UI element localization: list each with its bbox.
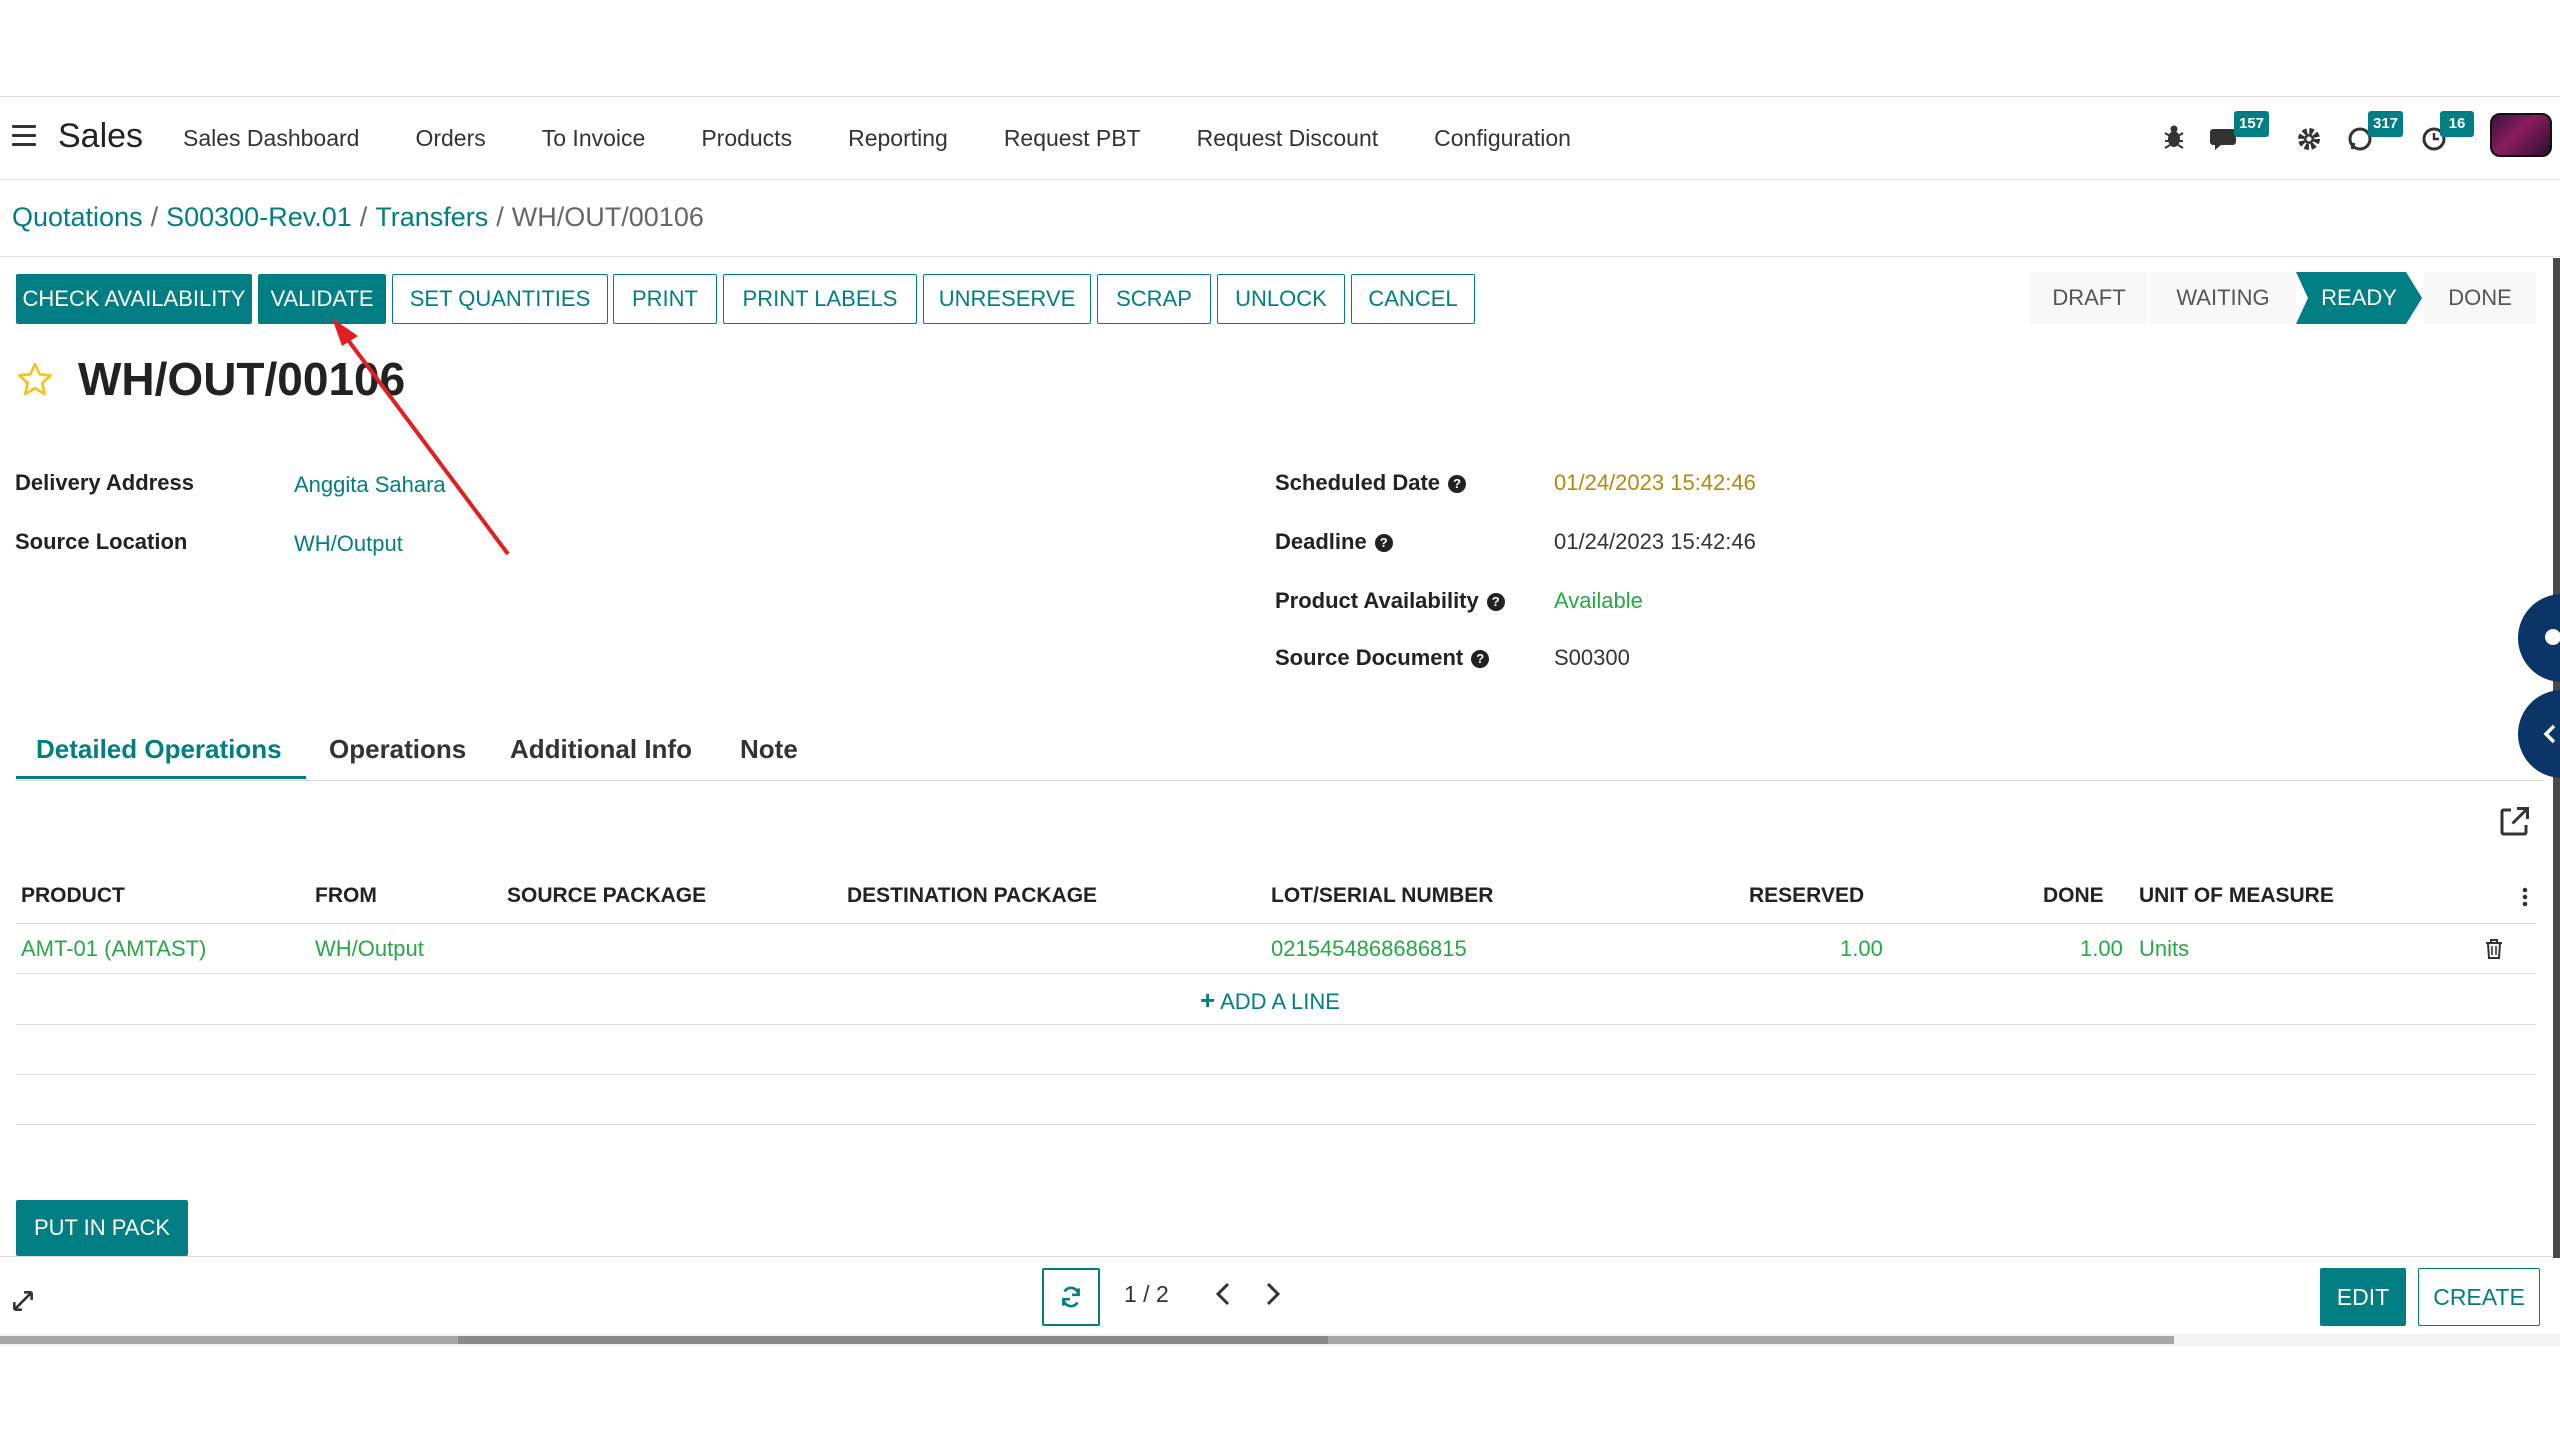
user-avatar[interactable]	[2490, 113, 2552, 157]
menu-to-invoice[interactable]: To Invoice	[542, 125, 646, 152]
scrap-button[interactable]: SCRAP	[1097, 274, 1211, 324]
column-header-source-package[interactable]: SOURCE PACKAGE	[507, 884, 706, 908]
row-uom[interactable]: Units	[2139, 936, 2189, 962]
add-a-line-button[interactable]: + ADD A LINE	[1200, 985, 1340, 1016]
row-from[interactable]: WH/Output	[315, 936, 424, 962]
status-draft[interactable]: DRAFT	[2030, 272, 2148, 324]
horizontal-scrollbar-thumb-segment[interactable]	[458, 1336, 1328, 1344]
breadcrumb: Quotations / S00300-Rev.01/Transfers / WH/OU…	[12, 202, 704, 232]
product-availability-label: Product Availability?	[1275, 588, 1505, 614]
row-product[interactable]: AMT-01 (AMTAST)	[21, 936, 206, 962]
breadcrumb-transfers[interactable]: Transfers	[375, 202, 488, 232]
deadline-value[interactable]: 01/24/2023 15:42:46	[1554, 529, 1756, 555]
row-reserved[interactable]: 1.00	[1840, 936, 1883, 962]
status-ready[interactable]: READY	[2296, 272, 2422, 324]
column-header-done[interactable]: DONE	[2043, 884, 2104, 908]
divider	[0, 256, 2560, 257]
tab-detailed-operations[interactable]: Detailed Operations	[36, 734, 282, 765]
edit-button[interactable]: EDIT	[2320, 1268, 2406, 1326]
menu-request-pbt[interactable]: Request PBT	[1004, 125, 1141, 152]
menu-orders[interactable]: Orders	[415, 125, 485, 152]
active-tab-indicator	[16, 776, 306, 779]
tab-additional-info[interactable]: Additional Info	[510, 734, 692, 765]
menu-products[interactable]: Products	[701, 125, 792, 152]
row-lot-serial[interactable]: 0215454868686815	[1271, 936, 1467, 962]
source-document-value[interactable]: S00300	[1554, 645, 1630, 671]
row-divider	[16, 1074, 2536, 1075]
settings-gear-icon[interactable]	[2296, 115, 2322, 159]
column-header-lot-serial[interactable]: LOT/SERIAL NUMBER	[1271, 884, 1493, 908]
deadline-label: Deadline?	[1275, 529, 1393, 555]
create-button[interactable]: CREATE	[2418, 1268, 2540, 1326]
scheduled-date-label: Scheduled Date?	[1275, 470, 1467, 496]
pager-next-icon[interactable]	[1260, 1280, 1284, 1308]
breadcrumb-quotations[interactable]: Quotations	[12, 202, 143, 232]
help-icon[interactable]: ?	[1374, 534, 1393, 553]
column-header-destination-package[interactable]: DESTINATION PACKAGE	[847, 884, 1097, 908]
status-waiting[interactable]: WAITING	[2150, 272, 2296, 324]
app-title[interactable]: Sales	[58, 117, 143, 156]
discuss-badge: 317	[2368, 111, 2404, 137]
annotation-arrow	[332, 318, 510, 556]
plus-icon: +	[1200, 985, 1216, 1015]
fullscreen-expand-icon[interactable]	[10, 1288, 36, 1314]
unlock-button[interactable]: UNLOCK	[1217, 274, 1345, 324]
tab-note[interactable]: Note	[740, 734, 798, 765]
activities-clock-icon[interactable]: 16	[2420, 111, 2480, 159]
floating-chat-button[interactable]	[2518, 594, 2560, 682]
unreserve-button[interactable]: UNRESERVE	[923, 274, 1091, 324]
optional-columns-icon[interactable]	[2520, 884, 2530, 910]
product-availability-value: Available	[1554, 588, 1643, 613]
tabs-divider	[16, 780, 2544, 781]
menu-sales-dashboard[interactable]: Sales Dashboard	[183, 125, 359, 152]
cancel-button[interactable]: CANCEL	[1351, 274, 1475, 324]
floating-collapse-button[interactable]	[2518, 690, 2560, 778]
row-done[interactable]: 1.00	[2080, 936, 2123, 962]
apps-menu-icon[interactable]	[12, 125, 36, 149]
breadcrumb-current: WH/OUT/00106	[511, 202, 704, 232]
print-button[interactable]: PRINT	[613, 274, 717, 324]
pager-previous-icon[interactable]	[1212, 1280, 1236, 1308]
help-icon[interactable]: ?	[1448, 475, 1467, 494]
delivery-address-label: Delivery Address	[15, 470, 194, 495]
chat-bubble-icon	[2545, 629, 2560, 645]
put-in-pack-button[interactable]: PUT IN PACK	[16, 1200, 188, 1256]
column-header-product[interactable]: PRODUCT	[21, 884, 125, 908]
activities-badge: 16	[2440, 111, 2474, 137]
breadcrumb-sale-order[interactable]: S00300-Rev.01	[166, 202, 352, 232]
source-document-label: Source Document?	[1275, 645, 1490, 671]
source-location-label: Source Location	[15, 529, 188, 554]
menu-reporting[interactable]: Reporting	[848, 125, 948, 152]
table-header-divider	[16, 923, 2536, 924]
tab-operations[interactable]: Operations	[329, 734, 466, 765]
check-availability-button[interactable]: CHECK AVAILABILITY	[16, 274, 252, 324]
print-labels-button[interactable]: PRINT LABELS	[723, 274, 917, 324]
messages-badge: 157	[2234, 111, 2270, 137]
column-header-from[interactable]: FROM	[315, 884, 377, 908]
column-header-reserved[interactable]: RESERVED	[1749, 884, 1864, 908]
debug-bug-icon[interactable]	[2162, 115, 2186, 159]
menu-request-discount[interactable]: Request Discount	[1197, 125, 1379, 152]
scheduled-date-value[interactable]: 01/24/2023 15:42:46	[1554, 470, 1756, 496]
main-menu: Sales Dashboard Orders To Invoice Produc…	[183, 125, 1627, 152]
refresh-button[interactable]	[1042, 1268, 1100, 1326]
external-link-icon[interactable]	[2496, 804, 2532, 840]
messages-chat-icon[interactable]: 157	[2210, 111, 2280, 159]
row-divider	[16, 1124, 2536, 1125]
favorite-star-icon[interactable]	[14, 360, 56, 400]
menu-configuration[interactable]: Configuration	[1434, 125, 1571, 152]
pager-value[interactable]: 1 / 2	[1124, 1281, 1169, 1308]
whatsapp-icon[interactable]: 317	[2346, 111, 2416, 159]
status-done[interactable]: DONE	[2424, 272, 2536, 324]
chevron-left-icon	[2543, 724, 2556, 744]
top-navbar: Sales Sales Dashboard Orders To Invoice …	[0, 96, 2560, 180]
row-divider	[16, 973, 2536, 974]
help-icon[interactable]: ?	[1471, 650, 1490, 669]
column-header-uom[interactable]: UNIT OF MEASURE	[2139, 884, 2334, 908]
delete-row-trash-icon[interactable]	[2484, 938, 2504, 960]
help-icon[interactable]: ?	[1486, 593, 1505, 612]
row-divider	[16, 1024, 2536, 1025]
refresh-icon	[1062, 1286, 1080, 1308]
